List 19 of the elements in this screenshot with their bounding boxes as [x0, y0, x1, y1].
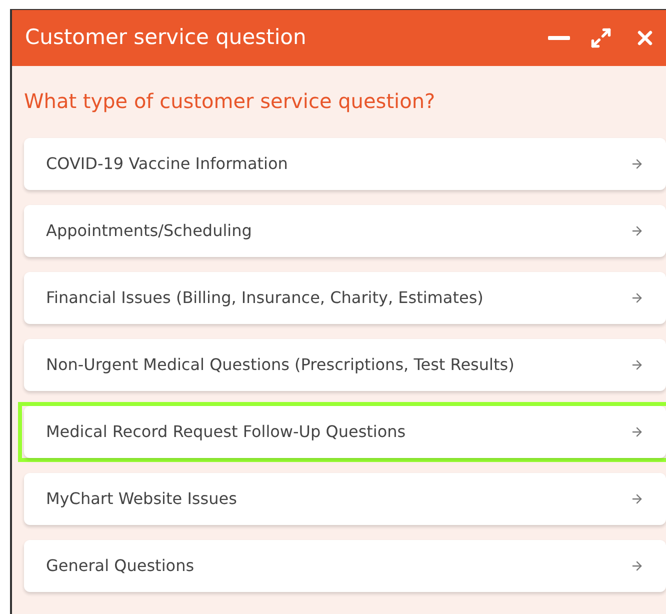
arrow-icon [630, 358, 644, 372]
window-title: Customer service question [25, 24, 308, 52]
arrow-icon [630, 291, 644, 305]
option-button[interactable]: Medical Record Request Follow-Up Questions [24, 406, 666, 458]
option-button[interactable]: General Questions [24, 540, 666, 592]
question-text: What type of customer service question? [24, 88, 436, 115]
expand-icon [590, 27, 612, 49]
option-button[interactable]: Non-Urgent Medical Questions (Prescriptions, Test Results) [24, 339, 666, 391]
option-button[interactable]: Financial Issues (Billing, Insurance, Charity, Estimates) [24, 272, 666, 324]
arrow-icon [630, 425, 644, 439]
option-button[interactable]: COVID-19 Vaccine Information [24, 138, 666, 190]
expand-button[interactable] [590, 27, 612, 49]
arrow-icon [630, 224, 644, 238]
option-button[interactable]: MyChart Website Issues [24, 473, 666, 525]
arrow-icon [630, 559, 644, 573]
minimize-icon [548, 36, 570, 40]
arrow-icon [630, 157, 644, 171]
option-button[interactable]: Appointments/Scheduling [24, 205, 666, 257]
arrow-icon [630, 492, 644, 506]
